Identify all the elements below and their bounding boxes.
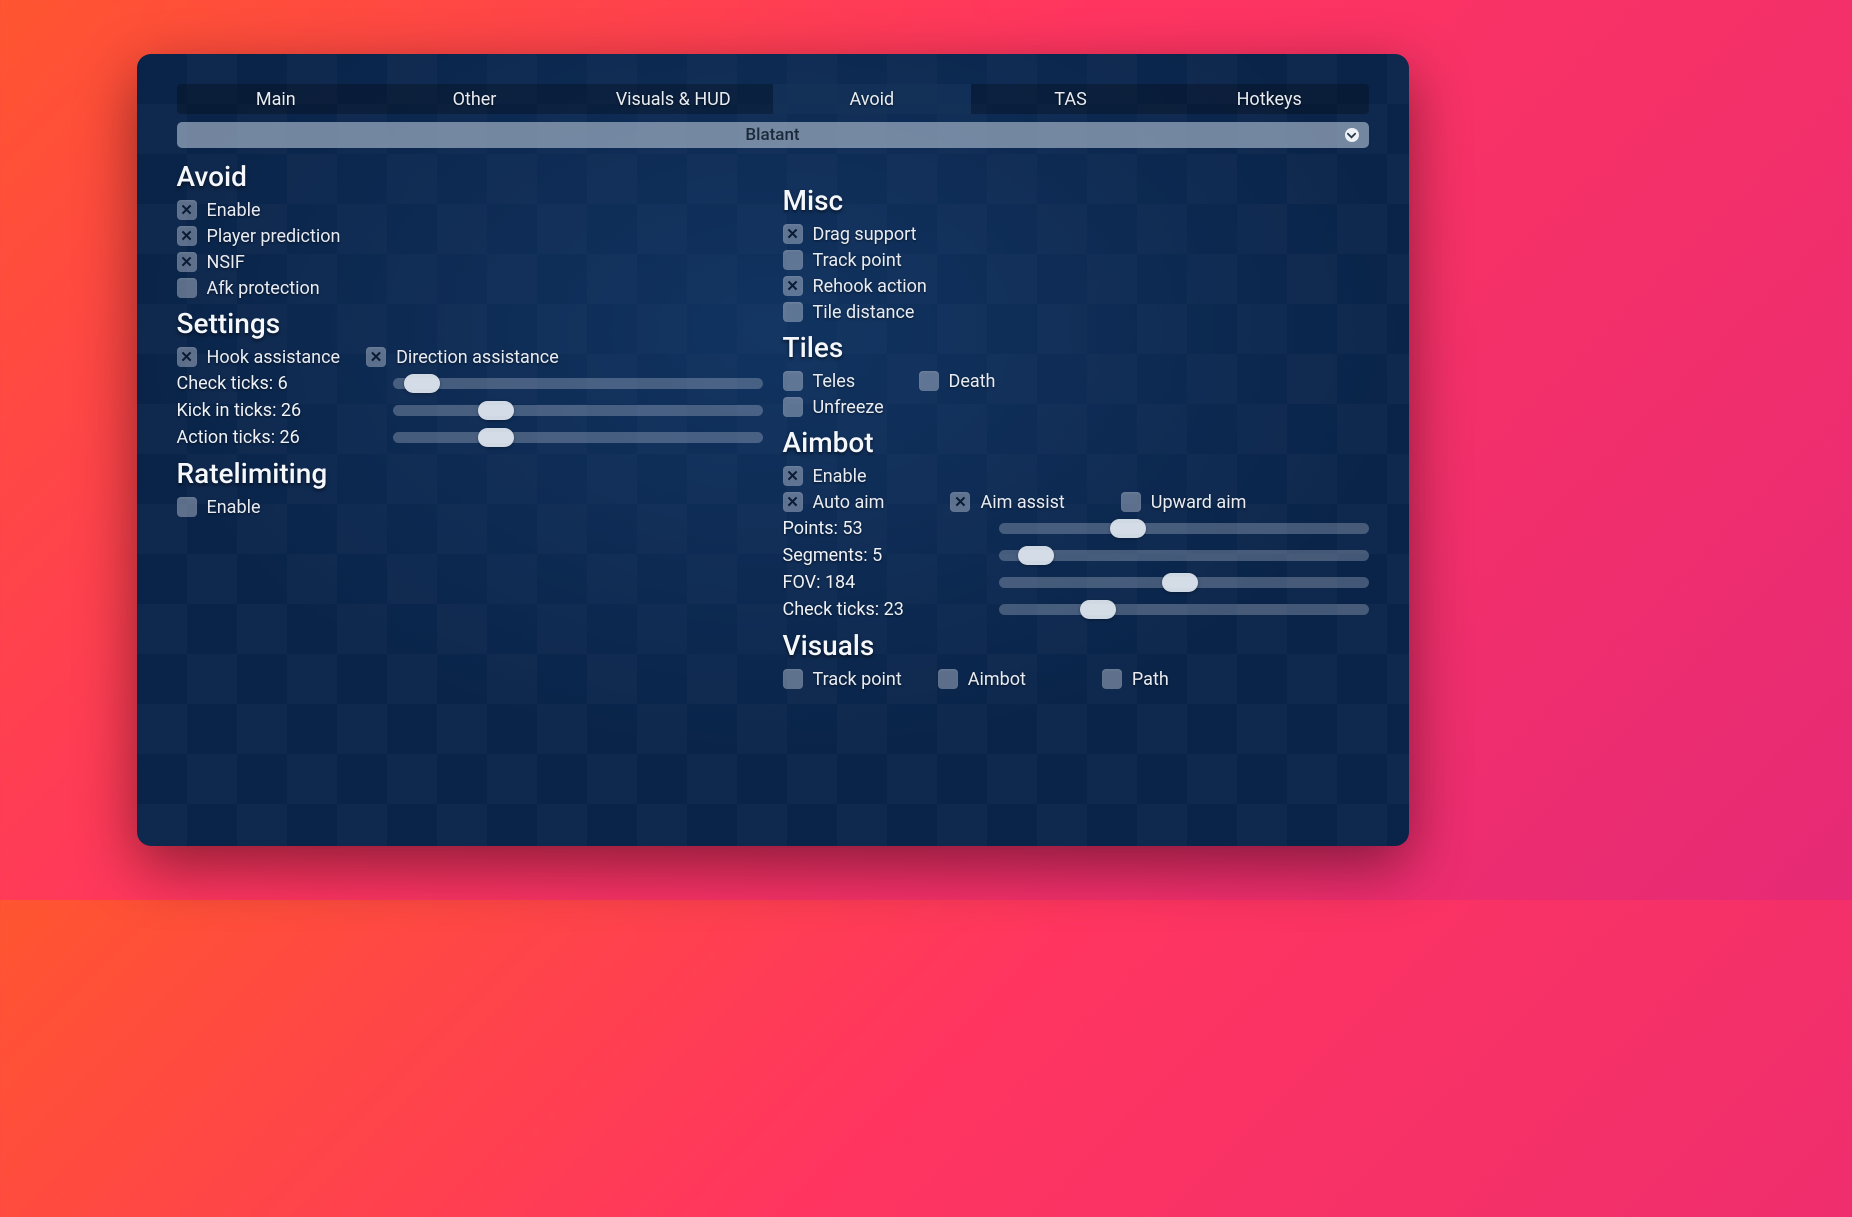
- slider-thumb[interactable]: [1018, 546, 1054, 565]
- label-visual-track-point: Track point: [813, 669, 902, 690]
- section-title-settings: Settings: [177, 307, 763, 340]
- checkbox-enable-avoid[interactable]: [177, 200, 197, 220]
- slider-check-ticks[interactable]: [393, 378, 763, 389]
- checkbox-unfreeze[interactable]: [783, 397, 803, 417]
- checkbox-enable-aimbot[interactable]: [783, 466, 803, 486]
- checkbox-visual-path[interactable]: [1102, 669, 1122, 689]
- slider-check-ticks-aimbot[interactable]: [999, 604, 1369, 615]
- label-segments: Segments: 5: [783, 545, 983, 566]
- slider-thumb[interactable]: [1080, 600, 1116, 619]
- checkbox-direction-assistance[interactable]: [366, 347, 386, 367]
- tab-other[interactable]: Other: [375, 84, 574, 114]
- slider-kick-in-ticks[interactable]: [393, 405, 763, 416]
- label-tile-distance: Tile distance: [813, 302, 915, 323]
- slider-fov[interactable]: [999, 577, 1369, 588]
- checkbox-upward-aim[interactable]: [1121, 492, 1141, 512]
- slider-points[interactable]: [999, 523, 1369, 534]
- label-afk-protection: Afk protection: [207, 278, 320, 299]
- label-auto-aim: Auto aim: [813, 492, 885, 513]
- checkbox-aim-assist[interactable]: [950, 492, 970, 512]
- checkbox-tile-distance[interactable]: [783, 302, 803, 322]
- section-title-tiles: Tiles: [783, 331, 1369, 364]
- checkbox-drag-support[interactable]: [783, 224, 803, 244]
- label-nsif: NSIF: [207, 252, 245, 273]
- slider-thumb[interactable]: [478, 428, 514, 447]
- slider-thumb[interactable]: [404, 374, 440, 393]
- profile-dropdown[interactable]: Blatant: [177, 122, 1369, 148]
- label-points: Points: 53: [783, 518, 983, 539]
- label-upward-aim: Upward aim: [1151, 492, 1247, 513]
- chevron-down-icon: [1345, 128, 1359, 142]
- label-action-ticks: Action ticks: 26: [177, 427, 377, 448]
- label-enable-avoid: Enable: [207, 200, 261, 221]
- checkbox-track-point[interactable]: [783, 250, 803, 270]
- label-enable-aimbot: Enable: [813, 466, 867, 487]
- label-fov: FOV: 184: [783, 572, 983, 593]
- tab-bar: Main Other Visuals & HUD Avoid TAS Hotke…: [177, 84, 1369, 114]
- checkbox-player-prediction[interactable]: [177, 226, 197, 246]
- label-enable-ratelimiting: Enable: [207, 497, 261, 518]
- checkbox-rehook-action[interactable]: [783, 276, 803, 296]
- label-unfreeze: Unfreeze: [813, 397, 884, 418]
- tab-visuals-hud[interactable]: Visuals & HUD: [574, 84, 773, 114]
- label-kick-in-ticks: Kick in ticks: 26: [177, 400, 377, 421]
- checkbox-enable-ratelimiting[interactable]: [177, 497, 197, 517]
- label-teles: Teles: [813, 371, 856, 392]
- label-hook-assistance: Hook assistance: [207, 347, 341, 368]
- checkbox-visual-track-point[interactable]: [783, 669, 803, 689]
- label-check-ticks: Check ticks: 6: [177, 373, 377, 394]
- label-direction-assistance: Direction assistance: [396, 347, 559, 368]
- section-title-ratelimiting: Ratelimiting: [177, 457, 763, 490]
- label-death: Death: [949, 371, 996, 392]
- label-track-point: Track point: [813, 250, 902, 271]
- right-column: Misc Drag support Track point Rehook act…: [783, 154, 1369, 692]
- left-column: Avoid Enable Player prediction NSIF Afk …: [177, 154, 763, 692]
- profile-dropdown-label: Blatant: [745, 125, 799, 145]
- section-title-aimbot: Aimbot: [783, 426, 1369, 459]
- content: Avoid Enable Player prediction NSIF Afk …: [177, 154, 1369, 692]
- tab-avoid[interactable]: Avoid: [773, 84, 972, 114]
- section-title-visuals: Visuals: [783, 629, 1369, 662]
- checkbox-visual-aimbot[interactable]: [938, 669, 958, 689]
- slider-segments[interactable]: [999, 550, 1369, 561]
- checkbox-nsif[interactable]: [177, 252, 197, 272]
- label-player-prediction: Player prediction: [207, 226, 341, 247]
- tab-main[interactable]: Main: [177, 84, 376, 114]
- settings-window: Main Other Visuals & HUD Avoid TAS Hotke…: [137, 54, 1409, 846]
- checkbox-teles[interactable]: [783, 371, 803, 391]
- label-visual-path: Path: [1132, 669, 1169, 690]
- slider-thumb[interactable]: [1110, 519, 1146, 538]
- checkbox-afk-protection[interactable]: [177, 278, 197, 298]
- checkbox-death[interactable]: [919, 371, 939, 391]
- checkbox-hook-assistance[interactable]: [177, 347, 197, 367]
- tab-tas[interactable]: TAS: [971, 84, 1170, 114]
- label-aim-assist: Aim assist: [980, 492, 1064, 513]
- section-title-misc: Misc: [783, 184, 1369, 217]
- slider-action-ticks[interactable]: [393, 432, 763, 443]
- slider-thumb[interactable]: [478, 401, 514, 420]
- slider-thumb[interactable]: [1162, 573, 1198, 592]
- checkbox-auto-aim[interactable]: [783, 492, 803, 512]
- label-drag-support: Drag support: [813, 224, 917, 245]
- tab-hotkeys[interactable]: Hotkeys: [1170, 84, 1369, 114]
- label-visual-aimbot: Aimbot: [968, 669, 1026, 690]
- label-check-ticks-aimbot: Check ticks: 23: [783, 599, 983, 620]
- section-title-avoid: Avoid: [177, 160, 763, 193]
- label-rehook-action: Rehook action: [813, 276, 927, 297]
